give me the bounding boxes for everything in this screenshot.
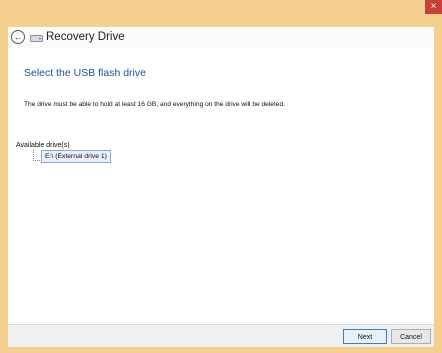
next-button[interactable]: Next [343, 329, 387, 344]
close-button[interactable]: × [425, 0, 442, 14]
title-bar: × [0, 0, 442, 27]
cancel-button[interactable]: Cancel [391, 329, 431, 344]
drive-icon [30, 35, 43, 42]
available-drives-label: Available drive(s) [16, 142, 70, 149]
page-heading: Select the USB flash drive [24, 67, 146, 79]
back-button[interactable]: ← [11, 30, 25, 44]
page-description: The drive must be able to hold at least … [24, 101, 285, 108]
back-arrow-icon: ← [13, 32, 23, 42]
header-title: Recovery Drive [46, 31, 125, 43]
wizard-content: Select the USB flash drive The drive mus… [8, 49, 434, 324]
tree-connector [33, 150, 40, 161]
recovery-drive-window: × ← Recovery Drive Select the USB flash … [0, 0, 442, 353]
drive-list-item[interactable]: E:\ (External drive 1) [41, 150, 111, 163]
close-icon: × [430, 1, 437, 12]
wizard-footer: Next Cancel [8, 324, 434, 347]
wizard-header: ← Recovery Drive [8, 27, 434, 49]
